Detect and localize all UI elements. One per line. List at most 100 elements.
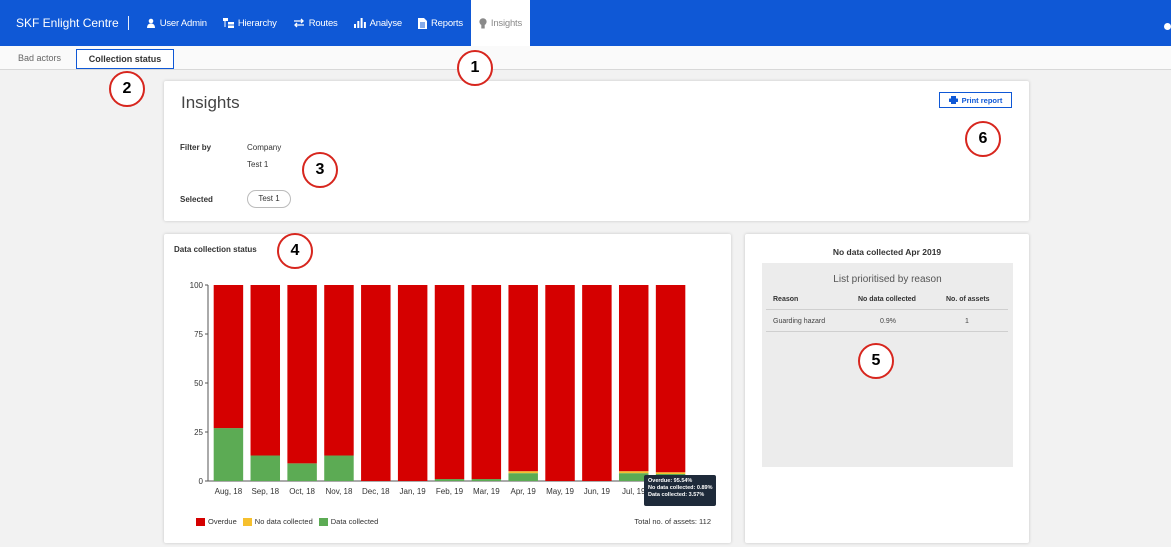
bar-segment: [324, 455, 354, 481]
lightbulb-icon: [479, 17, 487, 28]
table-divider: [766, 309, 1008, 310]
bar-segment: [361, 285, 391, 481]
tab-collection-status[interactable]: Collection status: [76, 49, 174, 69]
hierarchy-icon: [222, 18, 234, 28]
nav-item-hierarchy[interactable]: Hierarchy: [215, 0, 285, 46]
bar-segment: [508, 471, 538, 474]
sub-tab-bar: Bad actors Collection status: [0, 46, 1171, 70]
table-divider: [766, 331, 1008, 332]
callout-marker: 3: [302, 152, 338, 188]
bar-segment: [250, 455, 281, 481]
nav-item-label: Reports: [431, 17, 463, 29]
tooltip-data-collected: Data collected: 3.57%: [648, 492, 705, 498]
legend-swatch: [242, 517, 252, 526]
legend-swatch: [318, 517, 328, 526]
nav-item-analyse[interactable]: Analyse: [346, 0, 410, 46]
analyse-icon: [353, 18, 366, 28]
callout-marker: 1: [457, 50, 493, 86]
y-tick-label: 25: [194, 428, 203, 437]
callout-marker: 5: [858, 343, 894, 379]
legend-item-overdue[interactable]: Overdue: [196, 517, 237, 526]
printer-icon: [948, 96, 958, 104]
callout-marker: 2: [109, 71, 145, 107]
nav-divider: [127, 16, 129, 30]
bar-segment: [434, 285, 465, 480]
y-tick-label: 100: [190, 281, 204, 290]
tab-bad-actors[interactable]: Bad actors: [10, 49, 69, 69]
legend-item-data-collected[interactable]: Data collected: [318, 517, 379, 526]
bar-segment: [397, 285, 428, 481]
tooltip-overdue: Overdue: 95.54%: [648, 478, 693, 484]
x-tick-label: Jun, 19: [584, 487, 611, 496]
print-report-label: Print report: [961, 95, 1003, 105]
column-header-assets[interactable]: No. of assets: [946, 296, 990, 303]
x-tick-label: Apr, 19: [511, 487, 537, 496]
selected-filter-chip[interactable]: Test 1: [247, 190, 291, 208]
x-tick-label: Nov, 18: [325, 487, 353, 496]
bar-segment: [471, 285, 502, 480]
legend-label: Data collected: [330, 517, 379, 526]
chart-legend: Overdue No data collected Data collected: [196, 517, 384, 526]
no-data-collected-card: No data collected Apr 2019 List prioriti…: [745, 234, 1029, 543]
filter-field-name: Company: [247, 143, 282, 152]
table-cell-no-data: 0.9%: [880, 318, 896, 325]
bar-segment: [618, 285, 649, 472]
total-assets-label: Total no. of assets: 112: [634, 517, 711, 526]
bar-segment: [324, 285, 354, 456]
nav-item-label: Routes: [308, 17, 338, 29]
nav-item-label: Insights: [490, 17, 523, 29]
stacked-bar-chart: 0 25 50 75 100 Aug, 18 Sep, 18 Oct, 18 Nov, 18 De…: [190, 281, 687, 496]
x-tick-label: Jan, 19: [400, 487, 427, 496]
bar-segment: [582, 285, 612, 481]
column-header-reason[interactable]: Reason: [773, 296, 798, 303]
y-tick-label: 0: [199, 477, 204, 486]
tooltip-no-data: No data collected: 0.89%: [648, 485, 713, 491]
routes-icon: [293, 18, 304, 28]
table-cell-assets: 1: [965, 318, 969, 325]
x-tick-label: Oct, 18: [289, 487, 315, 496]
legend-label: No data collected: [254, 517, 313, 526]
data-collection-status-card: Data collection status 0 25 50 75 100 Aug, 18…: [164, 234, 731, 543]
callout-marker: 4: [277, 233, 313, 269]
x-tick-label: Jul, 19: [622, 487, 646, 496]
nav-item-insights[interactable]: Insights: [470, 0, 531, 46]
nav-item-reports[interactable]: Reports: [410, 0, 471, 46]
top-navigation: SKF Enlight Centre User Admin Hierarchy …: [0, 0, 1171, 46]
legend-item-no-data[interactable]: No data collected: [242, 517, 313, 526]
insights-filter-card: Insights Print report Filter by Company …: [164, 81, 1029, 221]
bar-segment: [250, 285, 281, 456]
nav-item-label: User Admin: [159, 17, 207, 29]
print-report-button[interactable]: Print report: [939, 92, 1012, 108]
x-tick-label: Dec, 18: [362, 487, 390, 496]
settings-gear-icon[interactable]: [1164, 23, 1171, 30]
bar-segment: [287, 285, 317, 464]
user-icon: [146, 18, 155, 28]
x-tick-label: Feb, 19: [436, 487, 464, 496]
y-tick-label: 50: [194, 379, 203, 388]
filter-value[interactable]: Test 1: [247, 160, 268, 169]
column-header-no-data[interactable]: No data collected: [858, 296, 916, 303]
bar-segment: [213, 428, 244, 481]
x-tick-label: May, 19: [546, 487, 574, 496]
nav-item-routes[interactable]: Routes: [285, 0, 346, 46]
bar-segment: [655, 285, 686, 473]
callout-marker: 6: [965, 121, 1001, 157]
bar-segment: [545, 285, 575, 481]
reports-icon: [418, 17, 427, 29]
bar-tooltip: Overdue: 95.54% No data collected: 0.89%…: [644, 475, 716, 506]
reason-list-subtitle: List prioritised by reason: [833, 274, 942, 285]
legend-swatch: [196, 517, 205, 526]
legend-label: Overdue: [208, 517, 237, 526]
page-title: Insights: [181, 93, 240, 112]
x-tick-label: Aug, 18: [215, 487, 243, 496]
table-cell-reason: Guarding hazard: [773, 318, 826, 325]
bar-segment: [434, 479, 465, 481]
bar-segment: [618, 471, 649, 474]
bar-segment: [213, 285, 244, 429]
bar-segment: [508, 285, 538, 472]
brand-title[interactable]: SKF Enlight Centre: [16, 16, 119, 30]
x-tick-label: Mar, 19: [473, 487, 500, 496]
selected-label: Selected: [180, 195, 213, 204]
nav-item-user-admin[interactable]: User Admin: [138, 0, 215, 46]
bar-segment: [655, 472, 686, 475]
